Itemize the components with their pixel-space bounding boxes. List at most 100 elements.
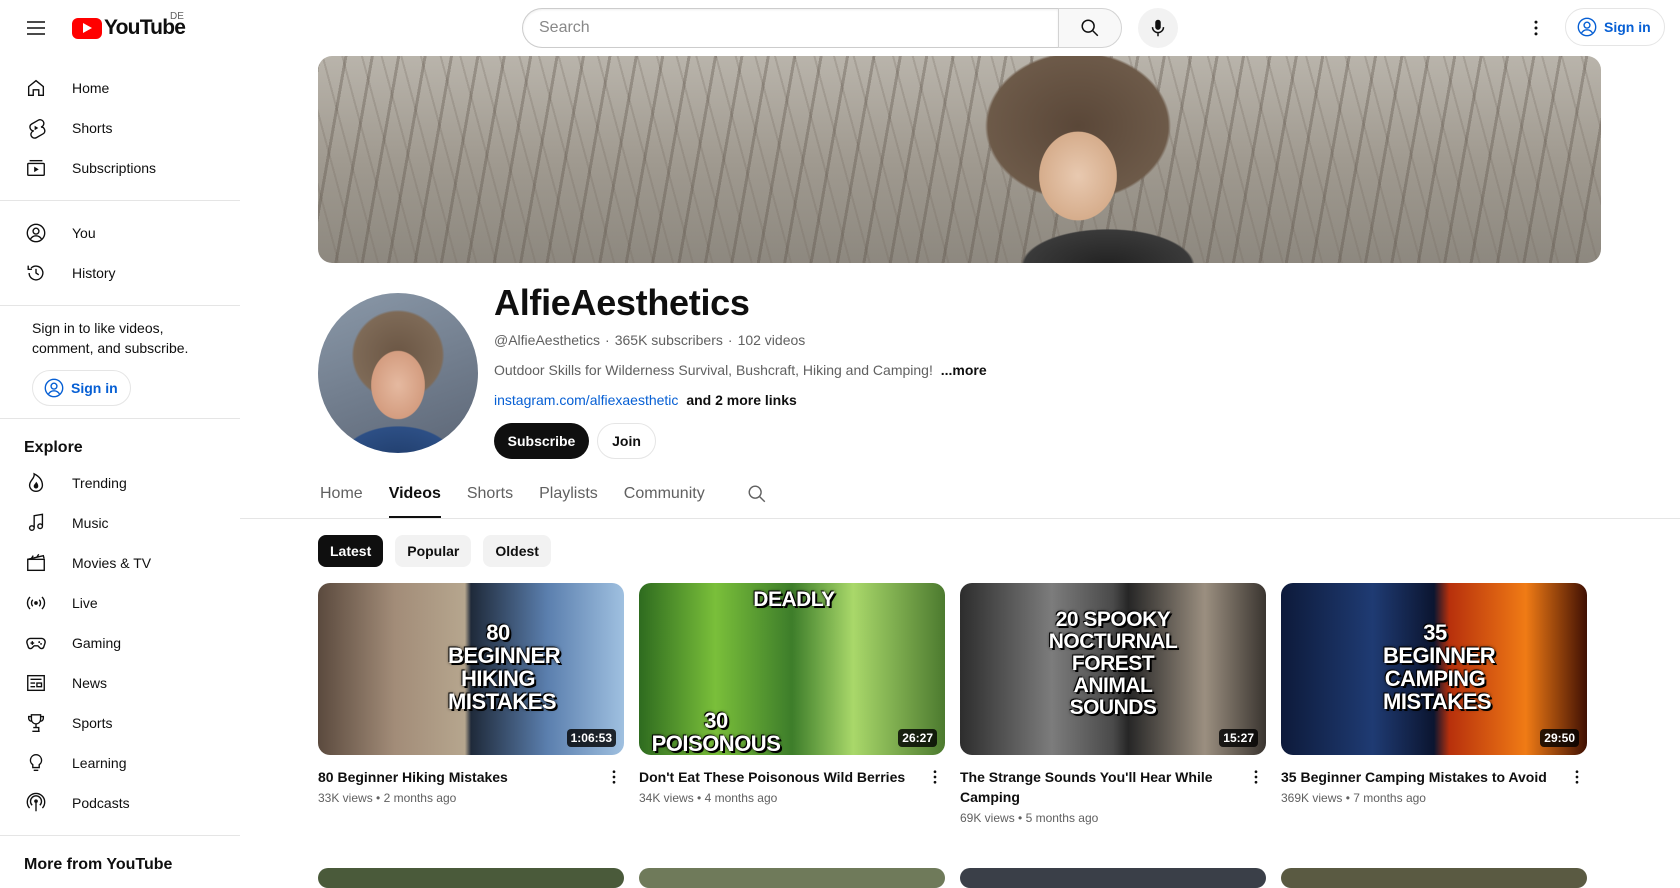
channel-search-button[interactable]: [737, 474, 777, 514]
more-links-link[interactable]: and 2 more links: [686, 392, 796, 408]
video-thumbnail[interactable]: 35 BEGINNER CAMPING MISTAKES 29:50: [1281, 583, 1587, 755]
video-thumbnail[interactable]: [960, 868, 1266, 888]
sidebar-item-label: Movies & TV: [72, 555, 152, 571]
sidebar-item-live[interactable]: Live: [0, 583, 240, 623]
explore-heading: Explore: [24, 439, 83, 456]
video-menu-button[interactable]: [925, 767, 945, 791]
settings-more-button[interactable]: [1520, 12, 1552, 44]
shorts-icon: [24, 116, 48, 140]
sidebar-item-subscriptions[interactable]: Subscriptions: [0, 148, 240, 188]
video-title[interactable]: 35 Beginner Camping Mistakes to Avoid: [1281, 767, 1567, 787]
sidebar-item-gaming[interactable]: Gaming: [0, 623, 240, 663]
more-vertical-icon: [1534, 20, 1538, 36]
video-card: [1281, 868, 1587, 888]
sidebar-item-news[interactable]: News: [0, 663, 240, 703]
sidebar-item-history[interactable]: History: [0, 253, 240, 293]
voice-search-button[interactable]: [1138, 8, 1178, 48]
menu-icon[interactable]: [20, 12, 52, 44]
sidebar-divider: [0, 200, 240, 201]
thumbnail-text: 80 BEGINNER HIKING MISTAKES: [448, 620, 561, 715]
more-vertical-icon: [1254, 770, 1258, 784]
subscriptions-icon: [24, 156, 48, 180]
join-button[interactable]: Join: [597, 423, 656, 459]
sign-in-prompt: Sign in to like videos, comment, and sub…: [32, 320, 189, 356]
sports-icon: [24, 711, 48, 735]
trending-icon: [24, 471, 48, 495]
top-bar: YouTube DE Sign in: [0, 0, 1680, 56]
tab-playlists[interactable]: Playlists: [539, 470, 598, 518]
video-menu-button[interactable]: [1567, 767, 1587, 791]
tabs-divider: [240, 518, 1680, 519]
view-count: 33K views: [318, 791, 373, 805]
video-duration: 29:50: [1540, 729, 1579, 747]
thumbnail-text: 20 SPOOKY NOCTURNAL FOREST ANIMAL SOUNDS: [1048, 608, 1178, 720]
sidebar-item-label: Trending: [72, 475, 127, 491]
sidebar-item-label: Live: [72, 595, 98, 611]
channel-name: AlfieAesthetics: [494, 282, 750, 323]
video-title[interactable]: The Strange Sounds You'll Hear While Cam…: [960, 767, 1246, 807]
video-card: 20 SPOOKY NOCTURNAL FOREST ANIMAL SOUNDS…: [960, 583, 1266, 825]
sign-in-label: Sign in: [1604, 19, 1651, 35]
video-thumbnail[interactable]: 80 BEGINNER HIKING MISTAKES 1:06:53: [318, 583, 624, 755]
news-icon: [24, 671, 48, 695]
instagram-link[interactable]: instagram.com/alfiexaesthetic: [494, 392, 678, 408]
video-menu-button[interactable]: [604, 767, 624, 791]
sidebar-item-you[interactable]: You: [0, 213, 240, 253]
search-icon: [1081, 19, 1099, 37]
sign-in-label: Sign in: [71, 380, 118, 396]
search-button[interactable]: [1058, 8, 1122, 48]
sidebar-item-label: Podcasts: [72, 795, 130, 811]
youtube-logo[interactable]: YouTube: [72, 16, 186, 40]
music-icon: [24, 511, 48, 535]
video-count: 102 videos: [737, 332, 806, 348]
search-input[interactable]: [522, 8, 1058, 48]
subscribe-button[interactable]: Subscribe: [494, 423, 589, 459]
sidebar-item-podcasts[interactable]: Podcasts: [0, 783, 240, 823]
sidebar-item-learning[interactable]: Learning: [0, 743, 240, 783]
thumbnail-text: 35 BEGINNER CAMPING MISTAKES: [1383, 620, 1496, 715]
sidebar-item-home[interactable]: Home: [0, 68, 240, 108]
channel-description[interactable]: Outdoor Skills for Wilderness Survival, …: [494, 362, 987, 378]
more-vertical-icon: [1575, 770, 1579, 784]
sort-chips: Latest Popular Oldest: [318, 535, 551, 567]
upload-age: 4 months ago: [704, 791, 778, 805]
video-title[interactable]: Don't Eat These Poisonous Wild Berries: [639, 767, 925, 787]
video-thumbnail[interactable]: [1281, 868, 1587, 888]
more-vertical-icon: [612, 770, 616, 784]
sidebar-item-trending[interactable]: Trending: [0, 463, 240, 503]
video-meta: 369K views • 7 months ago: [1281, 791, 1426, 805]
sidebar-sign-in-button[interactable]: Sign in: [32, 370, 131, 406]
channel-meta: @AlfieAesthetics · 365K subscribers · 10…: [494, 332, 805, 348]
tab-shorts[interactable]: Shorts: [467, 470, 513, 518]
video-thumbnail[interactable]: 20 SPOOKY NOCTURNAL FOREST ANIMAL SOUNDS…: [960, 583, 1266, 755]
sidebar-item-shorts[interactable]: Shorts: [0, 108, 240, 148]
video-title[interactable]: 80 Beginner Hiking Mistakes: [318, 767, 604, 787]
chip-oldest[interactable]: Oldest: [483, 535, 551, 567]
description-text: Outdoor Skills for Wilderness Survival, …: [494, 362, 933, 378]
chip-latest[interactable]: Latest: [318, 535, 384, 567]
chip-popular[interactable]: Popular: [395, 535, 472, 567]
sidebar-item-music[interactable]: Music: [0, 503, 240, 543]
sidebar-item-sports[interactable]: Sports: [0, 703, 240, 743]
sidebar-item-label: Home: [72, 80, 110, 96]
tab-home[interactable]: Home: [320, 470, 363, 518]
video-thumbnail[interactable]: [639, 868, 945, 888]
sidebar-item-movies[interactable]: Movies & TV: [0, 543, 240, 583]
video-thumbnail[interactable]: [318, 868, 624, 888]
video-thumbnail[interactable]: DEADLY 30 POISONOUS WILD BERRIES 26:27: [639, 583, 945, 755]
sign-in-button[interactable]: Sign in: [1565, 8, 1665, 46]
video-duration: 15:27: [1219, 729, 1258, 747]
channel-avatar[interactable]: [318, 293, 478, 453]
video-menu-button[interactable]: [1246, 767, 1266, 791]
video-card: [960, 868, 1266, 888]
description-more-link[interactable]: ...more: [941, 362, 987, 378]
video-meta: 33K views • 2 months ago: [318, 791, 457, 805]
tab-videos[interactable]: Videos: [388, 470, 442, 518]
more-vertical-icon: [933, 770, 937, 784]
search-bar: [522, 8, 1122, 48]
sidebar-item-label: Music: [72, 515, 109, 531]
meta-separator: ·: [727, 332, 733, 348]
upload-age: 5 months ago: [1025, 811, 1099, 825]
tab-community[interactable]: Community: [624, 470, 705, 518]
thumbnail-text: DEADLY: [753, 588, 835, 611]
